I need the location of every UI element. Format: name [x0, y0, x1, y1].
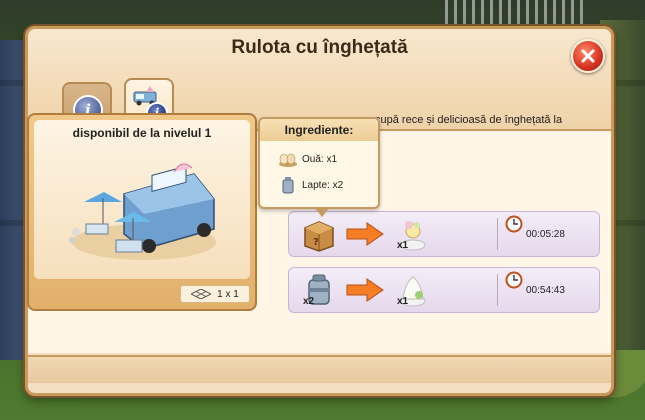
clock-icon: [505, 215, 523, 233]
tooltip-pointer: [314, 207, 330, 217]
recipe-separator: [497, 218, 498, 250]
availability-label: disponibil de la nivelul 1: [72, 126, 212, 140]
ingredients-tooltip: Ingrediente: Ouă: x1 Lapte: x2: [258, 117, 380, 217]
eggs-icon: [279, 153, 297, 167]
production-time: 00:05:28: [526, 229, 565, 240]
building-card: disponibil de la nivelul 1 1 x 1: [27, 113, 257, 311]
recipe-row[interactable]: x2 x1 00:54:43: [288, 267, 600, 313]
ingredient-label: Ouă: x1: [302, 153, 338, 165]
ingredient-label: Lapte: x2: [302, 179, 344, 191]
close-button[interactable]: [571, 39, 605, 73]
ingredient-item: Ouă: x1: [278, 150, 337, 168]
building-size-label: 1 x 1: [217, 288, 239, 300]
footprint-icon: [191, 289, 212, 299]
ice-cream-truck-image: [69, 163, 216, 260]
arrow-right-icon: [346, 222, 384, 246]
dialog-title: Rulota cu înghețată: [231, 37, 408, 58]
ingredient-item: Lapte: x2: [278, 176, 343, 194]
clock-icon: [505, 271, 523, 289]
tooltip-title: Ingrediente:: [260, 119, 378, 141]
close-icon: [581, 49, 595, 63]
input-quantity: x2: [303, 296, 315, 307]
recipe-row[interactable]: ? x1 00:05:28: [288, 211, 600, 257]
crate-icon: ?: [304, 221, 334, 252]
building-description: cupă rece și delicioasă de înghețată la: [375, 114, 563, 126]
output-quantity: x1: [397, 240, 409, 251]
recipe-separator: [497, 274, 498, 306]
milk-can-icon: [282, 177, 294, 194]
background-fence: [445, 0, 585, 28]
building-size: 1 x 1: [180, 285, 250, 303]
production-time: 00:54:43: [526, 285, 565, 296]
dialog-footer: [28, 355, 611, 383]
output-quantity: x1: [397, 296, 409, 307]
arrow-right-icon: [346, 278, 384, 302]
svg-text:?: ?: [313, 237, 319, 248]
building-card-inner: disponibil de la nivelul 1: [34, 120, 250, 279]
